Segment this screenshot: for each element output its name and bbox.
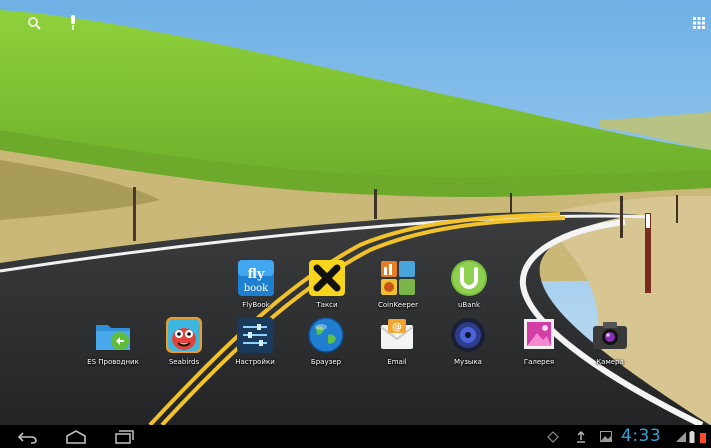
email-icon: @ (377, 315, 417, 355)
signal-icon (675, 427, 687, 446)
flybook-icon: fly book (236, 258, 276, 298)
camera-icon (590, 315, 630, 355)
search-button[interactable] (23, 12, 45, 34)
recent-apps-icon (115, 429, 134, 444)
all-apps-grid-icon (693, 17, 705, 29)
microphone-icon (71, 15, 75, 30)
es-explorer-icon (93, 315, 133, 355)
app-music[interactable]: Музыка (432, 315, 504, 366)
app-gallery[interactable]: Галерея (503, 315, 575, 366)
app-taxi[interactable]: Такси (291, 258, 363, 309)
all-apps-button[interactable] (688, 12, 710, 34)
app-label: Такси (316, 301, 338, 309)
browser-globe-icon (306, 315, 346, 355)
taxi-icon (307, 258, 347, 298)
clock[interactable]: 4:33 (621, 426, 661, 446)
coinkeeper-icon (378, 258, 418, 298)
app-coinkeeper[interactable]: CoinKeeper (362, 258, 434, 309)
app-label: CoinKeeper (377, 301, 419, 309)
home-button[interactable] (59, 427, 93, 446)
voice-search-button[interactable] (62, 12, 84, 34)
app-browser[interactable]: Браузер (290, 315, 362, 366)
upload-icon (573, 427, 589, 446)
image-icon (598, 427, 614, 446)
app-label: Браузер (310, 358, 342, 366)
seabirds-icon (164, 315, 204, 355)
settings-icon (235, 315, 275, 355)
usb-icon (545, 427, 561, 446)
home-icon (66, 429, 86, 444)
app-label: Музыка (454, 358, 482, 366)
app-label: Настройки (235, 358, 275, 366)
app-flybook[interactable]: fly book FlyBook (220, 258, 292, 309)
app-label: Seabirds (168, 358, 200, 366)
recent-apps-button[interactable] (107, 427, 141, 446)
navigation-bar: 4:33 (0, 425, 711, 448)
app-es-explorer[interactable]: ES Проводник (77, 315, 149, 366)
ubank-icon (449, 258, 489, 298)
svg-text:fly: fly (247, 267, 264, 282)
app-ubank[interactable]: uBank (433, 258, 505, 309)
svg-text:book: book (244, 283, 269, 294)
app-label: uBank (457, 301, 481, 309)
app-label: Галерея (523, 358, 555, 366)
music-speaker-icon (448, 315, 488, 355)
search-icon (28, 17, 41, 30)
svg-text:@: @ (392, 322, 402, 333)
app-camera[interactable]: Камера (574, 315, 646, 366)
app-label: ES Проводник (87, 358, 139, 366)
app-seabirds[interactable]: Seabirds (148, 315, 220, 366)
app-label: FlyBook (242, 301, 270, 309)
app-settings[interactable]: Настройки (219, 315, 291, 366)
notification-icon (698, 427, 708, 446)
app-email[interactable]: @ Email (361, 315, 433, 366)
back-button[interactable] (12, 427, 44, 446)
battery-icon (687, 427, 697, 446)
gallery-icon (519, 315, 559, 355)
back-icon (17, 431, 37, 444)
app-label: Камера (596, 358, 624, 366)
app-label: Email (387, 358, 407, 366)
